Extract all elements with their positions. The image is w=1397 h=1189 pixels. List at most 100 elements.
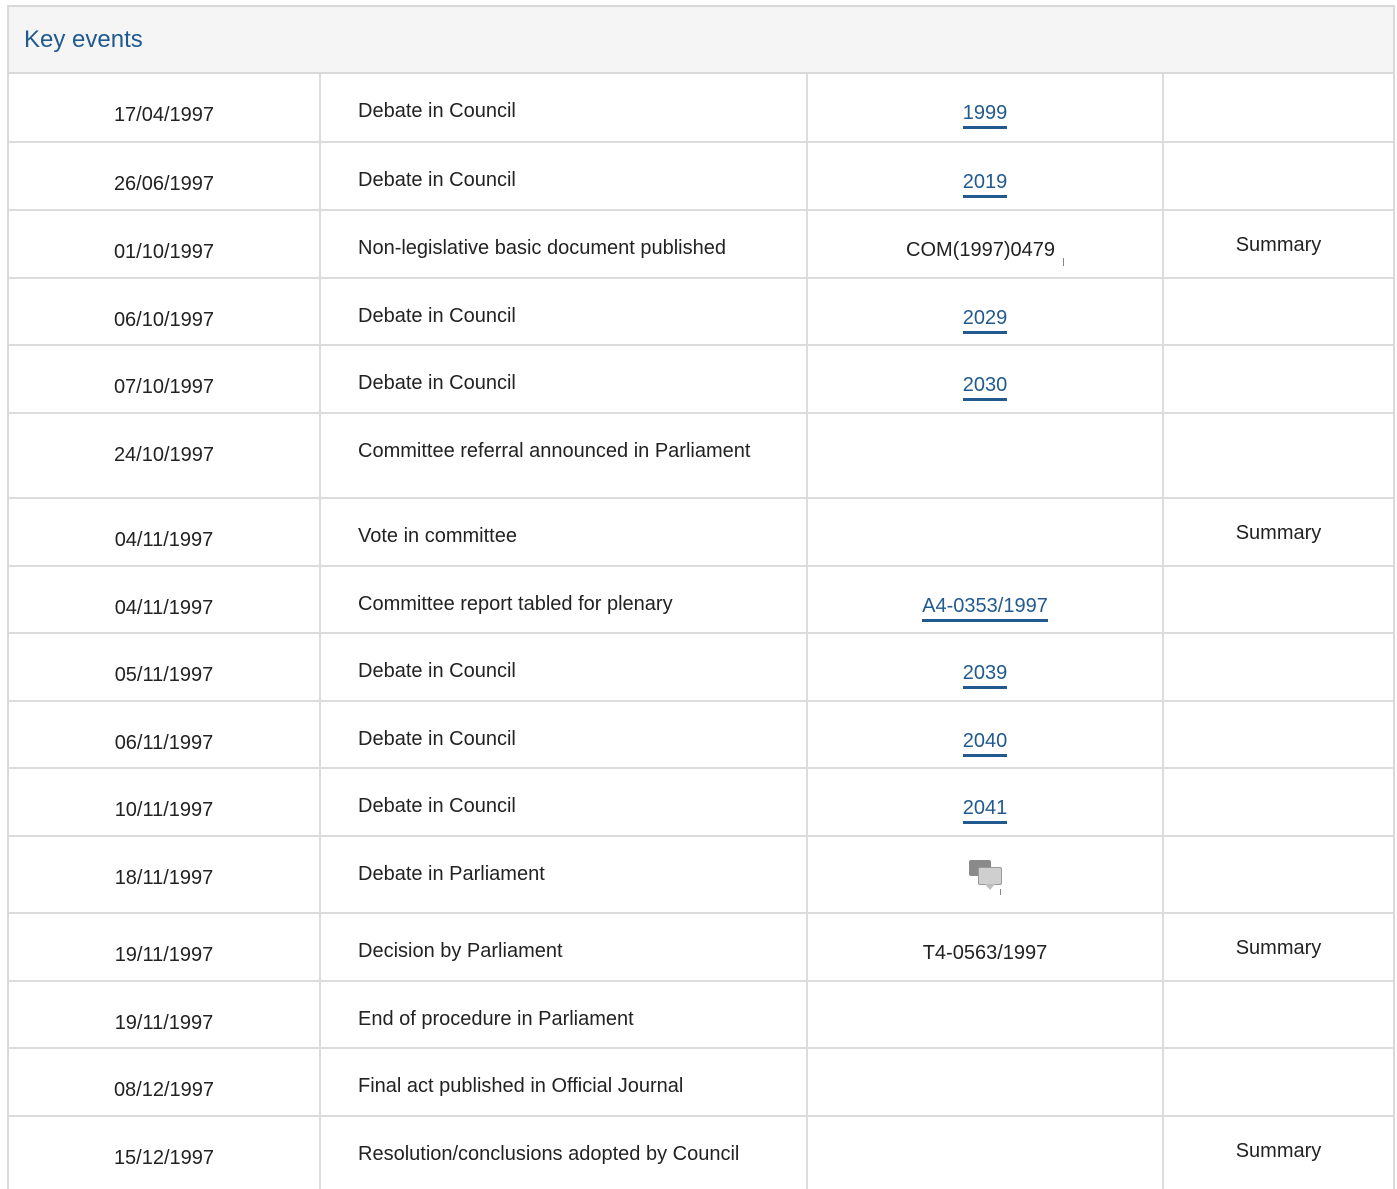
event-reference-cell	[807, 981, 1164, 1049]
event-summary-cell	[1163, 278, 1393, 346]
event-name: Non-legislative basic document published	[320, 210, 808, 279]
event-date: 06/10/1997	[9, 278, 321, 346]
event-summary-cell	[1163, 1048, 1393, 1117]
event-summary-cell: Summary	[1163, 913, 1393, 982]
event-reference-cell: 2029	[807, 278, 1164, 346]
event-date: 07/10/1997	[9, 345, 321, 414]
reference-link[interactable]: 2039	[962, 662, 1008, 689]
event-date: 10/11/1997	[9, 768, 321, 837]
table-row: 06/10/1997 Debate in Council 2029	[9, 278, 1393, 346]
reference-text[interactable]: COM(1997)0479	[906, 239, 1055, 261]
event-reference-cell	[807, 498, 1164, 567]
event-name: Vote in committee	[320, 498, 808, 567]
table-row: 07/10/1997 Debate in Council 2030	[9, 345, 1393, 414]
event-name: Final act published in Official Journal	[320, 1048, 808, 1117]
event-reference-cell: 2041	[807, 768, 1164, 837]
event-name: Debate in Council	[320, 701, 808, 769]
event-name: Committee referral announced in Parliame…	[320, 413, 808, 499]
key-events-panel: Key events 17/04/1997 Debate in Council 19…	[7, 5, 1395, 1189]
event-name: Debate in Council	[320, 345, 808, 414]
event-summary-cell	[1163, 413, 1393, 499]
summary-link[interactable]: Summary	[1236, 522, 1322, 544]
event-reference-cell: 2040	[807, 701, 1164, 769]
event-summary-cell: Summary	[1163, 498, 1393, 567]
table-row: 17/04/1997 Debate in Council 1999	[9, 74, 1393, 143]
table-row: 06/11/1997 Debate in Council 2040	[9, 701, 1393, 769]
event-reference-cell: T4-0563/1997	[807, 913, 1164, 982]
reference-link[interactable]: 2041	[962, 797, 1008, 824]
event-name: Committee report tabled for plenary	[320, 566, 808, 634]
table-row: 10/11/1997 Debate in Council 2041	[9, 768, 1393, 837]
event-name: Debate in Council	[320, 278, 808, 346]
event-date: 17/04/1997	[9, 74, 321, 143]
key-events-table-body: 17/04/1997 Debate in Council 1999 26/06/199…	[9, 74, 1393, 1189]
event-summary-cell	[1163, 566, 1393, 634]
event-date: 24/10/1997	[9, 413, 321, 499]
event-summary-cell	[1163, 142, 1393, 211]
reference-link[interactable]: 2030	[962, 374, 1008, 401]
event-reference-cell	[807, 413, 1164, 499]
event-name: Debate in Council	[320, 768, 808, 837]
event-date: 05/11/1997	[9, 633, 321, 702]
event-summary-cell	[1163, 981, 1393, 1049]
table-row: 18/11/1997 Debate in Parliament	[9, 836, 1393, 914]
event-summary-cell	[1163, 345, 1393, 414]
external-link-icon	[1062, 258, 1064, 266]
event-date: 15/12/1997	[9, 1116, 321, 1189]
reference-link[interactable]: 2029	[962, 307, 1008, 334]
debate-speech-bubbles-icon[interactable]	[967, 857, 1003, 895]
event-reference-cell: 1999	[807, 74, 1164, 143]
event-reference-cell	[807, 836, 1164, 914]
event-reference-cell: COM(1997)0479	[807, 210, 1164, 279]
event-summary-cell: Summary	[1163, 210, 1393, 279]
event-date: 18/11/1997	[9, 836, 321, 914]
reference-link[interactable]: 2019	[962, 171, 1008, 198]
table-row: 15/12/1997 Resolution/conclusions adopted…	[9, 1116, 1393, 1189]
event-summary-cell: Summary	[1163, 1116, 1393, 1189]
event-date: 01/10/1997	[9, 210, 321, 279]
event-date: 04/11/1997	[9, 566, 321, 634]
event-reference-cell	[807, 1048, 1164, 1117]
reference-link[interactable]: 2040	[962, 730, 1008, 757]
event-date: 04/11/1997	[9, 498, 321, 567]
event-summary-cell	[1163, 768, 1393, 837]
event-summary-cell	[1163, 701, 1393, 769]
summary-link[interactable]: Summary	[1236, 937, 1322, 959]
table-row: 19/11/1997 Decision by Parliament T4-0563/…	[9, 913, 1393, 982]
event-date: 19/11/1997	[9, 913, 321, 982]
table-row: 01/10/1997 Non-legislative basic document…	[9, 210, 1393, 279]
event-date: 06/11/1997	[9, 701, 321, 769]
event-reference-cell: 2030	[807, 345, 1164, 414]
reference-link[interactable]: A4-0353/1997	[922, 595, 1048, 622]
table-row: 26/06/1997 Debate in Council 2019	[9, 142, 1393, 211]
event-reference-cell: 2019	[807, 142, 1164, 211]
event-reference-cell	[807, 1116, 1164, 1189]
reference-text: T4-0563/1997	[922, 942, 1048, 964]
event-reference-cell: A4-0353/1997	[807, 566, 1164, 634]
event-summary-cell	[1163, 74, 1393, 143]
panel-header: Key events	[9, 7, 1393, 74]
event-date: 19/11/1997	[9, 981, 321, 1049]
reference-link[interactable]: 1999	[962, 102, 1008, 129]
table-row: 08/12/1997 Final act published in Officia…	[9, 1048, 1393, 1117]
event-date: 08/12/1997	[9, 1048, 321, 1117]
table-row: 04/11/1997 Committee report tabled for pl…	[9, 566, 1393, 634]
event-name: Debate in Council	[320, 74, 808, 143]
event-summary-cell	[1163, 633, 1393, 702]
table-row: 05/11/1997 Debate in Council 2039	[9, 633, 1393, 702]
event-name: Decision by Parliament	[320, 913, 808, 982]
table-row: 19/11/1997 End of procedure in Parliament	[9, 981, 1393, 1049]
panel-title: Key events	[24, 25, 143, 53]
event-summary-cell	[1163, 836, 1393, 914]
event-name: End of procedure in Parliament	[320, 981, 808, 1049]
event-name: Debate in Council	[320, 142, 808, 211]
summary-link[interactable]: Summary	[1236, 234, 1322, 256]
event-name: Debate in Council	[320, 633, 808, 702]
table-row: 04/11/1997 Vote in committee Summary	[9, 498, 1393, 567]
table-row: 24/10/1997 Committee referral announced i…	[9, 413, 1393, 499]
event-reference-cell: 2039	[807, 633, 1164, 702]
summary-link[interactable]: Summary	[1236, 1140, 1322, 1162]
event-date: 26/06/1997	[9, 142, 321, 211]
event-name: Debate in Parliament	[320, 836, 808, 914]
key-events-table: 17/04/1997 Debate in Council 1999 26/06/199…	[9, 74, 1393, 1189]
